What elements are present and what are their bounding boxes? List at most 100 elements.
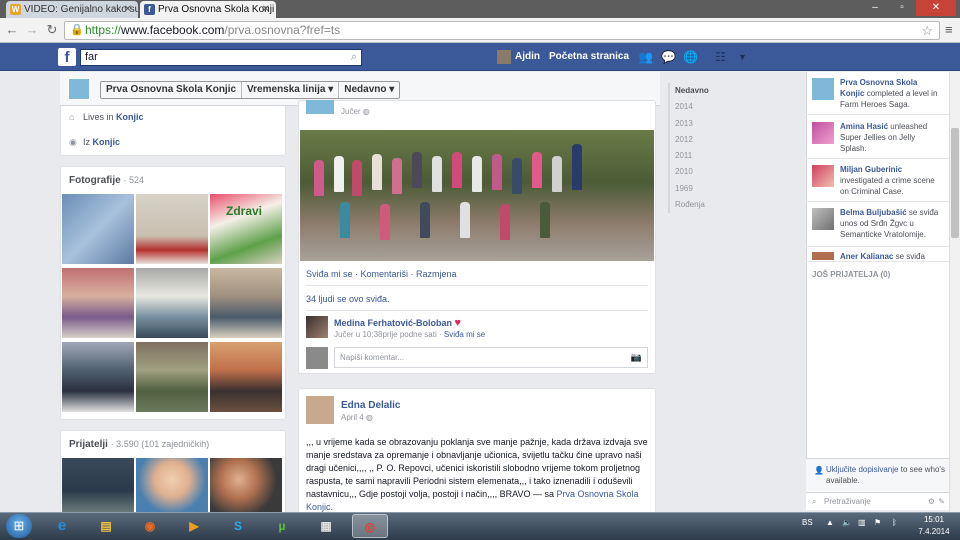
avatar xyxy=(812,252,834,260)
reload-icon[interactable]: ↻ xyxy=(44,22,60,38)
user-name: Ajdin xyxy=(515,51,540,62)
clock[interactable]: 15:01 7.4.2014 xyxy=(912,514,956,538)
flag-icon[interactable]: ⚑ xyxy=(874,518,881,527)
browser-tab-video[interactable]: W VIDEO: Genijalno kako su ✕ xyxy=(6,1,138,18)
from-city-link[interactable]: Konjic xyxy=(93,137,121,147)
photo-thumbnail[interactable] xyxy=(210,268,282,338)
post-author-thumbnail[interactable] xyxy=(306,100,334,114)
ticker-item[interactable]: Aner Kalianac se sviđa xyxy=(812,251,944,261)
account-settings-chevron-icon[interactable]: ▼ xyxy=(735,50,750,64)
language-indicator[interactable]: BS xyxy=(802,518,813,527)
maximize-icon[interactable]: ▫ xyxy=(889,0,915,16)
photo-thumbnail[interactable] xyxy=(136,194,208,264)
comment-like-link[interactable]: Sviđa mi se xyxy=(444,330,485,339)
year-item[interactable]: 2010 xyxy=(670,164,728,180)
gear-icon[interactable]: ⚙ xyxy=(928,493,935,511)
facebook-logo-icon[interactable]: f xyxy=(58,48,76,66)
scrollbar-thumb[interactable] xyxy=(951,128,959,238)
facebook-favicon-icon: f xyxy=(144,4,155,15)
facebook-search-input[interactable]: far ⌕ xyxy=(80,49,362,66)
chat-search-input[interactable]: ⌕ Pretraživanje ⚙ ✎ xyxy=(806,492,949,510)
post-date[interactable]: April 4 ◍ xyxy=(341,413,373,422)
file-explorer-icon[interactable]: ▤ xyxy=(88,514,124,538)
forward-arrow-icon[interactable]: → xyxy=(24,22,40,38)
sort-dropdown[interactable]: Nedavno ▾ xyxy=(339,82,399,98)
ticker-item[interactable]: Amina Hasić unleashed Super Jellies on J… xyxy=(812,121,944,154)
photo-thumbnail[interactable] xyxy=(62,268,134,338)
close-tab-icon[interactable]: ✕ xyxy=(124,1,132,18)
media-player-icon[interactable]: ▶ xyxy=(176,514,212,538)
address-bar[interactable]: 🔒 https://www.facebook.com/prva.osnovna?… xyxy=(64,21,940,40)
friend-thumbnail[interactable] xyxy=(136,458,208,512)
year-item[interactable]: 2011 xyxy=(670,148,728,164)
firefox-icon[interactable]: ◉ xyxy=(132,514,168,538)
post-author-avatar[interactable] xyxy=(306,396,334,424)
url-host: www.facebook.com xyxy=(121,23,225,37)
tray-chevron-icon[interactable]: ▲ xyxy=(826,518,834,527)
friends-title[interactable]: Prijatelji · 3.590 (101 zajedničkih) xyxy=(69,439,209,450)
compose-icon[interactable]: ✎ xyxy=(938,493,945,511)
window-close-icon[interactable]: ✕ xyxy=(916,0,956,16)
skype-icon[interactable]: S xyxy=(220,514,256,538)
post-photo[interactable] xyxy=(300,130,654,261)
network-icon[interactable]: ▥ xyxy=(858,518,866,527)
photo-thumbnail[interactable]: Zdravi xyxy=(210,194,282,264)
post-text: ,,, u vrijeme kada se obrazovanju poklan… xyxy=(306,436,650,514)
start-button[interactable]: ⊞ xyxy=(6,514,32,538)
year-item[interactable]: Nedavno xyxy=(670,83,728,99)
messages-icon[interactable]: 💬 xyxy=(661,50,676,64)
camera-icon[interactable]: 📷 xyxy=(631,348,642,367)
utorrent-icon[interactable]: µ xyxy=(264,514,300,538)
photo-thumbnail[interactable] xyxy=(136,268,208,338)
photo-thumbnail[interactable] xyxy=(62,194,134,264)
friend-thumbnail[interactable] xyxy=(210,458,282,512)
back-arrow-icon[interactable]: ← xyxy=(4,22,20,38)
notifications-globe-icon[interactable]: 🌐 xyxy=(683,50,698,64)
photo-thumbnail[interactable] xyxy=(62,342,134,412)
year-item[interactable]: 2013 xyxy=(670,116,728,132)
photos-title[interactable]: Fotografije · 524 xyxy=(69,175,144,186)
view-dropdown[interactable]: Vremenska linija ▾ xyxy=(242,82,340,98)
page-name-link[interactable]: Prva Osnovna Skola Konjic xyxy=(101,82,243,98)
ticker-item[interactable]: Miljan Guberinic investigated a crime sc… xyxy=(812,164,944,197)
bookmark-star-icon[interactable]: ☆ xyxy=(921,22,933,39)
calendar-app-icon[interactable]: ▦ xyxy=(308,514,344,538)
likes-count[interactable]: 34 ljudi se ovo sviđa. xyxy=(306,294,390,304)
page-profile-thumbnail[interactable] xyxy=(68,78,90,100)
internet-explorer-icon[interactable]: e xyxy=(44,514,80,538)
bluetooth-icon[interactable]: ᛒ xyxy=(892,518,897,527)
year-item[interactable]: 1969 xyxy=(670,181,728,197)
minimize-icon[interactable]: – xyxy=(862,0,888,16)
browser-tab-facebook[interactable]: f Prva Osnovna Skola Konji ✕ xyxy=(140,1,276,18)
year-item[interactable]: 2012 xyxy=(670,132,728,148)
browser-menu-icon[interactable]: ≡ xyxy=(945,22,957,38)
volume-icon[interactable]: 🔈 xyxy=(842,518,852,527)
ticker-item[interactable]: Prva Osnovna Skola Konjic completed a le… xyxy=(812,77,944,110)
photo-poster-graphic: Zdravi xyxy=(226,204,263,218)
friend-requests-icon[interactable]: 👥 xyxy=(638,50,653,64)
commenter-avatar[interactable] xyxy=(306,316,328,338)
photo-thumbnail[interactable] xyxy=(210,342,282,412)
close-tab-icon[interactable]: ✕ xyxy=(262,1,270,18)
post-author-name[interactable]: Edna Delalic xyxy=(341,400,400,411)
ticker-item[interactable]: Belma Buljubašić se sviđa unos od Srđn Ž… xyxy=(812,207,944,240)
turn-on-chat-link[interactable]: Uključite dopisivanje xyxy=(826,465,898,474)
chat-notice[interactable]: 👤 Uključite dopisivanje to see who's ava… xyxy=(806,458,949,492)
search-icon[interactable]: ⌕ xyxy=(351,50,357,65)
year-item[interactable]: 2014 xyxy=(670,99,728,115)
privacy-shortcuts-icon[interactable]: ☷ xyxy=(713,50,728,64)
chrome-icon[interactable]: ◎ xyxy=(352,514,388,538)
person-figure xyxy=(492,154,502,190)
photo-thumbnail[interactable] xyxy=(136,342,208,412)
profile-link[interactable]: Ajdin xyxy=(497,49,540,65)
home-link[interactable]: Početna stranica xyxy=(549,49,629,65)
post-actions[interactable]: Sviđa mi se · Komentariši · Razmjena xyxy=(306,269,457,279)
year-item[interactable]: Rođenja xyxy=(670,197,728,213)
person-figure xyxy=(460,202,470,238)
more-friends-label[interactable]: JOŠ PRIJATELJA (0) xyxy=(812,270,890,279)
post-date[interactable]: Jučer ◍ xyxy=(341,107,370,116)
friend-thumbnail[interactable] xyxy=(62,458,134,512)
lives-in-city-link[interactable]: Konjic xyxy=(116,112,144,122)
comment-input[interactable]: Napiši komentar... 📷 xyxy=(334,347,648,368)
comment-author[interactable]: Medina Ferhatović-Boloban ♥ xyxy=(334,317,461,329)
